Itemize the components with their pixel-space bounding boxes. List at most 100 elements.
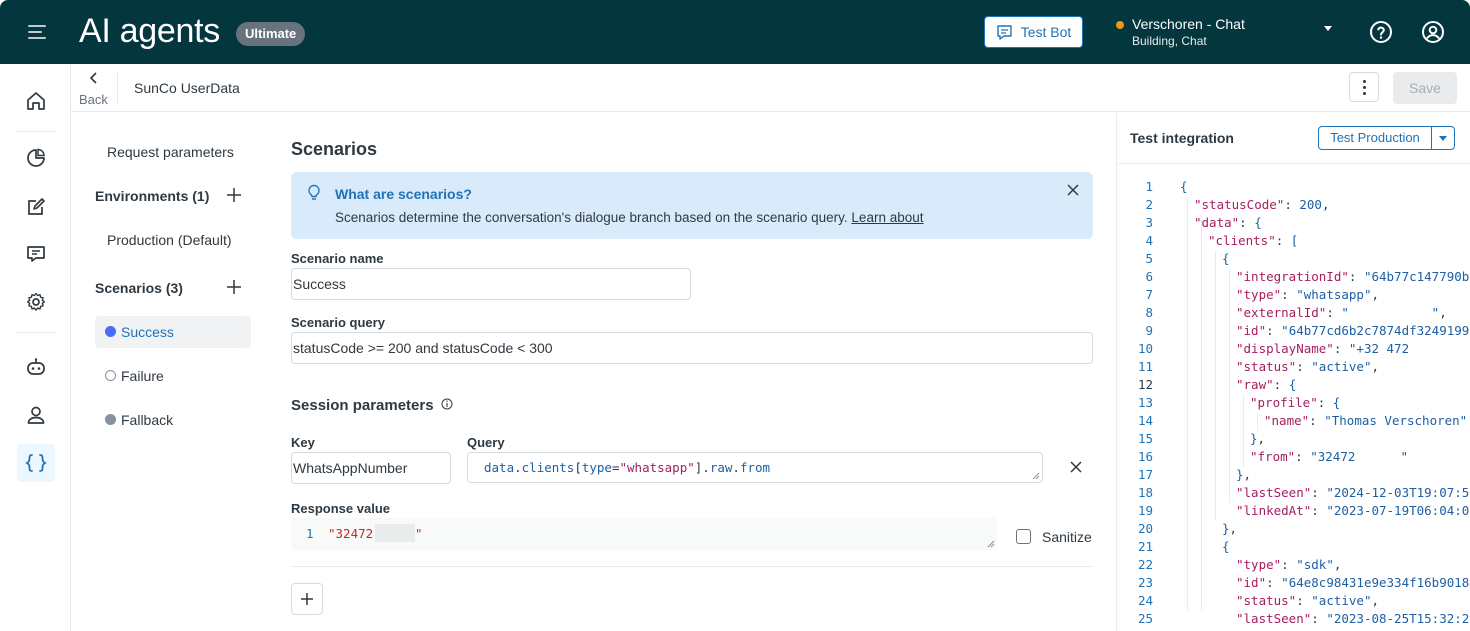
json-line: 7 "type": "whatsapp", bbox=[1117, 287, 1470, 305]
scenarios-heading: Scenarios (3) bbox=[95, 280, 183, 296]
query-column-label: Query bbox=[467, 435, 505, 450]
close-icon[interactable] bbox=[1065, 182, 1081, 198]
line-number: 14 bbox=[1137, 413, 1153, 428]
response-value-editor[interactable]: 1 "32472 " bbox=[291, 518, 997, 550]
scenario-query-label: Scenario query bbox=[291, 315, 385, 330]
sanitize-checkbox[interactable] bbox=[1016, 529, 1031, 544]
remove-parameter-icon[interactable] bbox=[1069, 460, 1083, 474]
json-line: 8 "externalId": " ", bbox=[1117, 305, 1470, 323]
test-bot-label: Test Bot bbox=[1020, 24, 1072, 40]
request-parameters-link[interactable]: Request parameters bbox=[107, 144, 234, 160]
person-icon[interactable] bbox=[17, 396, 55, 434]
json-line: 22 "type": "sdk", bbox=[1117, 557, 1470, 575]
info-banner: What are scenarios? Scenarios determine … bbox=[291, 172, 1093, 239]
menu-icon[interactable] bbox=[28, 22, 50, 42]
session-key-input[interactable]: WhatsAppNumber bbox=[291, 452, 451, 484]
more-options-button[interactable] bbox=[1349, 72, 1379, 102]
add-environment-icon[interactable] bbox=[226, 187, 242, 203]
scenario-name-input[interactable]: Success bbox=[291, 268, 691, 300]
scenario-label: Fallback bbox=[121, 412, 174, 428]
messages-icon[interactable] bbox=[17, 235, 55, 273]
chat-icon bbox=[997, 24, 1012, 40]
line-number: 5 bbox=[1145, 251, 1153, 266]
plan-badge: Ultimate bbox=[236, 22, 306, 46]
json-code: "lastSeen": "2024-12-03T19:07:50 bbox=[1236, 485, 1470, 500]
json-code: "id": "64b77cd6b2c7874df3249199" bbox=[1236, 323, 1470, 338]
analytics-icon[interactable] bbox=[17, 139, 55, 177]
json-line: 3 "data": { bbox=[1117, 215, 1470, 233]
json-line: 13 "profile": { bbox=[1117, 395, 1470, 413]
json-code: "status": "active", bbox=[1236, 593, 1380, 608]
scenario-item-failure[interactable]: Failure bbox=[95, 360, 251, 392]
json-line: 9 "id": "64b77cd6b2c7874df3249199" bbox=[1117, 323, 1470, 341]
json-code: "externalId": " ", bbox=[1236, 305, 1447, 320]
integrations-braces-icon[interactable] bbox=[17, 444, 55, 482]
help-icon[interactable] bbox=[1369, 20, 1393, 44]
scenario-item-fallback[interactable]: Fallback bbox=[95, 404, 251, 436]
info-icon[interactable] bbox=[441, 398, 453, 410]
json-code: { bbox=[1222, 539, 1230, 554]
bot-subtitle: Building, Chat bbox=[1132, 34, 1207, 48]
page-title: AI agents bbox=[79, 12, 220, 50]
test-production-button[interactable]: Test Production bbox=[1318, 126, 1432, 150]
plus-icon bbox=[301, 593, 313, 605]
indent-guide bbox=[1257, 413, 1258, 431]
test-bot-button[interactable]: Test Bot bbox=[984, 16, 1083, 48]
json-line: 5{ bbox=[1117, 251, 1470, 269]
session-parameters-label: Session parameters bbox=[291, 397, 434, 414]
info-text-body: Scenarios determine the conversation's d… bbox=[335, 210, 848, 225]
json-code: { bbox=[1180, 179, 1188, 194]
line-number: 3 bbox=[1145, 215, 1153, 230]
indent-guide bbox=[1187, 197, 1188, 611]
breadcrumb: SunCo UserData bbox=[134, 80, 240, 96]
config-sidebar: Request parameters Environments (1) Prod… bbox=[71, 113, 271, 631]
json-code: { bbox=[1222, 251, 1230, 266]
indent-guide bbox=[1229, 269, 1230, 503]
json-code: "status": "active", bbox=[1236, 359, 1380, 374]
scenario-query-input[interactable]: statusCode >= 200 and statusCode < 300 bbox=[291, 332, 1093, 364]
add-parameter-button[interactable] bbox=[291, 583, 323, 615]
scenario-status-dot bbox=[105, 370, 116, 381]
learn-more-link[interactable]: Learn about bbox=[851, 210, 923, 225]
environment-production-link[interactable]: Production (Default) bbox=[107, 232, 232, 248]
bot-name: Verschoren - Chat bbox=[1132, 16, 1245, 32]
json-code: "from": "32472 " bbox=[1250, 449, 1409, 464]
line-number: 16 bbox=[1137, 449, 1153, 464]
line-number: 25 bbox=[1137, 611, 1153, 626]
line-number: 21 bbox=[1137, 539, 1153, 554]
scenario-item-success[interactable]: Success bbox=[95, 316, 251, 348]
line-number: 1 bbox=[1145, 179, 1153, 194]
json-response-viewer[interactable]: 1{2 "statusCode": 200, 3 "data": {4 "clients… bbox=[1117, 179, 1470, 631]
info-text: Scenarios determine the conversation's d… bbox=[335, 210, 923, 225]
sub-header: Back SunCo UserData Save bbox=[71, 64, 1470, 112]
json-code: "linkedAt": "2023-07-19T06:04:06 bbox=[1236, 503, 1470, 518]
json-code: "raw": { bbox=[1236, 377, 1297, 392]
json-line: 19 "linkedAt": "2023-07-19T06:04:06 bbox=[1117, 503, 1470, 521]
bot-icon[interactable] bbox=[17, 348, 55, 386]
line-number: 19 bbox=[1137, 503, 1153, 518]
json-code: "name": "Thomas Verschoren" bbox=[1264, 413, 1468, 428]
json-line: 21 { bbox=[1117, 539, 1470, 557]
session-query-input[interactable]: data.clients[type="whatsapp"].raw.from bbox=[467, 452, 1043, 483]
add-scenario-icon[interactable] bbox=[226, 279, 242, 295]
home-icon[interactable] bbox=[17, 82, 55, 120]
json-line: 12 "raw": { bbox=[1117, 377, 1470, 395]
edit-icon[interactable] bbox=[17, 188, 55, 226]
line-number: 10 bbox=[1137, 341, 1153, 356]
line-number: 20 bbox=[1137, 521, 1153, 536]
settings-gear-icon[interactable] bbox=[17, 283, 55, 321]
key-column-label: Key bbox=[291, 435, 315, 450]
line-number: 24 bbox=[1137, 593, 1153, 608]
bot-selector[interactable]: Verschoren - Chat Building, Chat bbox=[1114, 14, 1344, 50]
status-dot bbox=[1116, 21, 1124, 29]
indent-guide bbox=[1243, 395, 1244, 467]
user-profile-icon[interactable] bbox=[1421, 20, 1445, 44]
section-heading: Scenarios bbox=[291, 139, 378, 159]
environment-dropdown-button[interactable] bbox=[1431, 126, 1455, 150]
sanitize-label: Sanitize bbox=[1042, 529, 1092, 545]
indent-guide bbox=[1215, 251, 1216, 521]
line-number: 12 bbox=[1137, 377, 1153, 392]
scenario-form: Scenarios What are scenarios? Scenarios … bbox=[291, 113, 1093, 631]
environments-heading: Environments (1) bbox=[95, 188, 210, 204]
back-button[interactable]: Back bbox=[79, 70, 109, 108]
